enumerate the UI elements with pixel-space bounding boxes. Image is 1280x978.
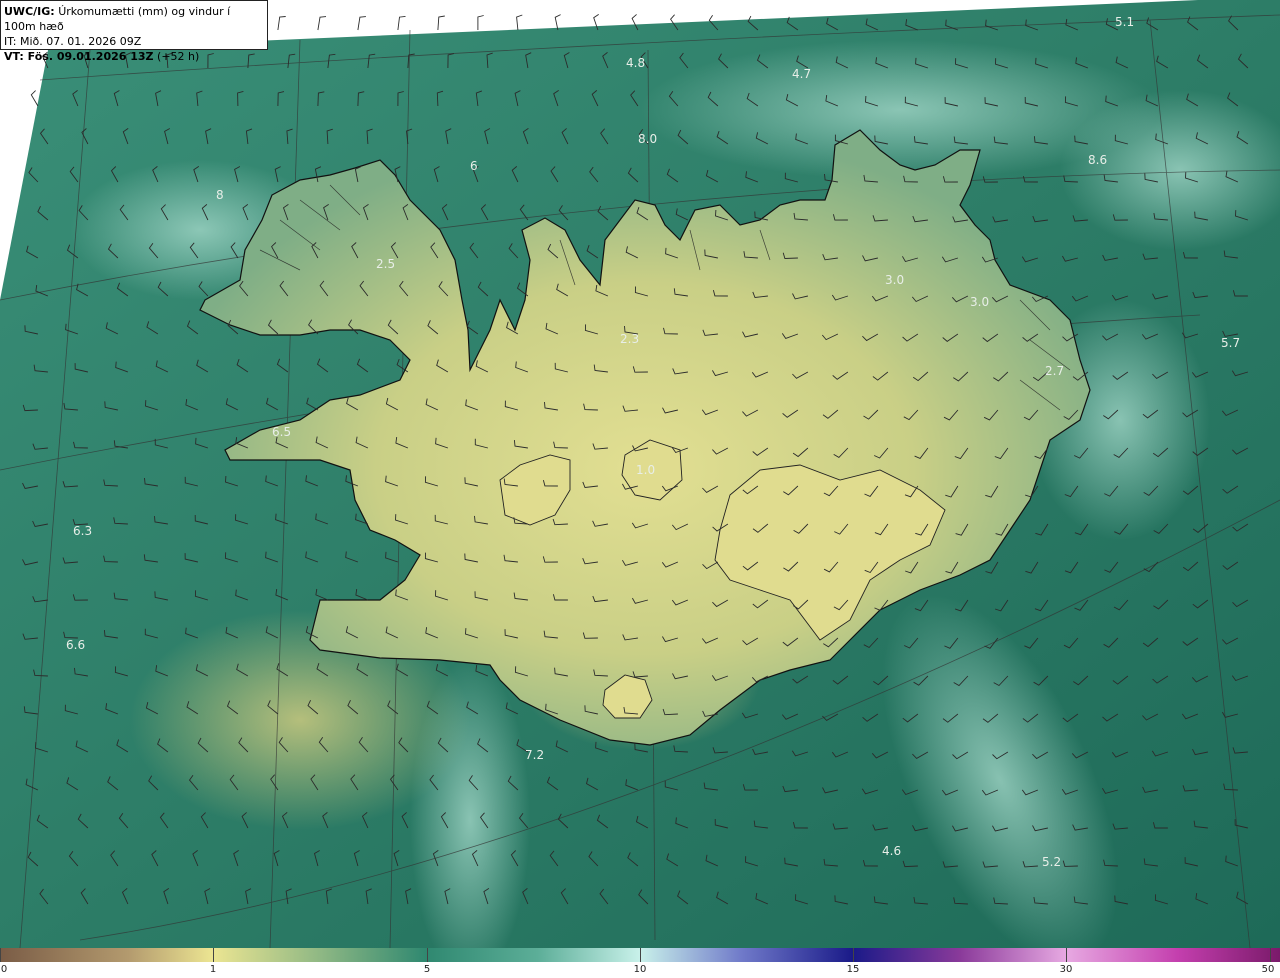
map-value-label: 1.0 (636, 463, 655, 477)
colorbar-tick-mark (427, 948, 428, 962)
map-value-label: 6 (470, 159, 478, 173)
model-name: UWC/IG: (4, 5, 55, 18)
map-value-label: 6.3 (73, 524, 92, 538)
map-value-label: 8.6 (1088, 153, 1107, 167)
map-header-legend: UWC/IG: Úrkomumætti (mm) og vindur í 100… (0, 0, 268, 63)
map-value-label: 4.6 (882, 844, 901, 858)
map-value-label: 3.0 (970, 295, 989, 309)
colorbar-tick-mark (213, 948, 214, 962)
map-value-label: 5.7 (1221, 336, 1240, 350)
colorbar-tick-label: 0 (0, 964, 8, 975)
valid-time-line: VT: Fös. 09.01.2026 13Z (+52 h) (4, 49, 264, 64)
map-value-label: 6.5 (272, 425, 291, 439)
map-value-label: 7.2 (525, 748, 544, 762)
init-time: IT: Mið. 07. 01. 2026 09Z (4, 35, 142, 48)
map-value-label: 2.7 (1045, 364, 1064, 378)
title-line: UWC/IG: Úrkomumætti (mm) og vindur í 100… (4, 4, 264, 34)
precipitation-colorbar: 0 1 5 10 15 30 50 (0, 948, 1280, 978)
colorbar-tick-mark (1270, 948, 1271, 962)
map-value-label: 2.3 (620, 332, 639, 346)
forecast-map: 5.1 4.8 4.7 8.6 6.5 6.3 6.6 7.2 4.6 5.2 … (0, 0, 1280, 948)
colorbar-tick-label: 50 (1261, 964, 1275, 975)
map-value-label: 5.1 (1115, 15, 1134, 29)
map-value-label: 3.0 (885, 273, 904, 287)
colorbar-tick-label: 30 (1059, 964, 1073, 975)
map-value-label: 6.6 (66, 638, 85, 652)
colorbar-tick-mark (1066, 948, 1067, 962)
map-value-label: 8 (216, 188, 224, 202)
colorbar-tick-label: 1 (209, 964, 217, 975)
colorbar-tick-label: 5 (423, 964, 431, 975)
colorbar-tick-mark (0, 948, 1, 962)
colorbar-tick-label: 15 (846, 964, 860, 975)
map-value-label: 8.0 (638, 132, 657, 146)
colorbar-tick-label: 10 (633, 964, 647, 975)
map-value-label: 5.2 (1042, 855, 1061, 869)
map-value-label: 4.8 (626, 56, 645, 70)
map-value-label: 2.5 (376, 257, 395, 271)
colorbar-tick-mark (640, 948, 641, 962)
valid-time: VT: Fös. 09.01.2026 13Z (4, 50, 154, 63)
map-value-label: 4.7 (792, 67, 811, 81)
forecast-lead: (+52 h) (157, 50, 200, 63)
colorbar-tick-mark (853, 948, 854, 962)
